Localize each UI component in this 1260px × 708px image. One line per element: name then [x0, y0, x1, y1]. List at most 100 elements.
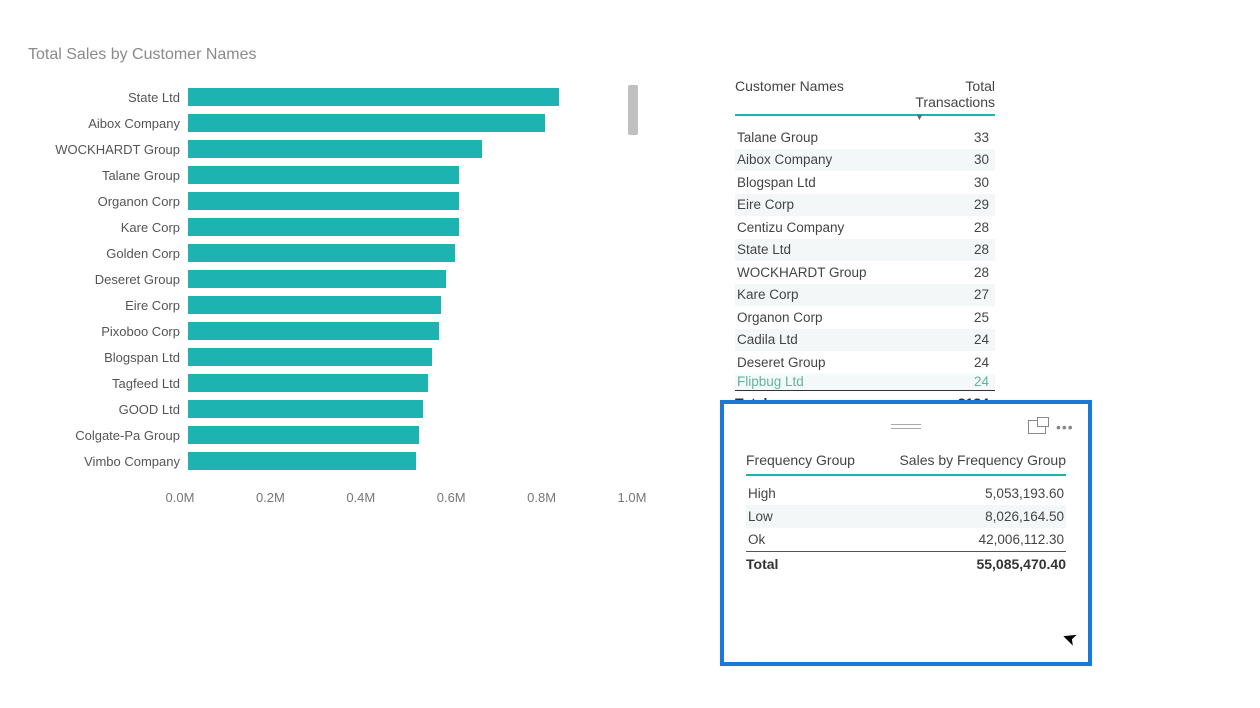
bar-fill [188, 322, 439, 340]
frequency-group-visual[interactable]: ••• Frequency Group Sales by Frequency G… [720, 400, 1092, 666]
bar-chart-row[interactable]: GOOD Ltd [10, 396, 650, 422]
bar-fill [188, 218, 459, 236]
table-row[interactable]: Blogspan Ltd30 [735, 171, 995, 194]
cell-transactions: 27 [929, 287, 995, 302]
table-row[interactable]: Talane Group33 [735, 126, 995, 149]
cell-sales: 5,053,193.60 [985, 486, 1066, 501]
cell-customer-name: Organon Corp [735, 310, 929, 325]
transactions-body: Talane Group33Aibox Company30Blogspan Lt… [735, 126, 995, 390]
cell-transactions: 28 [929, 220, 995, 235]
bar-category-label: WOCKHARDT Group [10, 142, 188, 157]
axis-tick-label: 0.2M [256, 490, 285, 505]
cell-transactions: 33 [929, 130, 995, 145]
bar-category-label: Kare Corp [10, 220, 188, 235]
cell-transactions: 30 [929, 175, 995, 190]
bar-category-label: Deseret Group [10, 272, 188, 287]
cell-customer-name: Blogspan Ltd [735, 175, 929, 190]
cell-customer-name: WOCKHARDT Group [735, 265, 929, 280]
bar-category-label: GOOD Ltd [10, 402, 188, 417]
frequency-table: Frequency Group Sales by Frequency Group… [746, 452, 1066, 572]
cell-customer-name: Talane Group [735, 130, 929, 145]
bar-chart-row[interactable]: Tagfeed Ltd [10, 370, 650, 396]
bar-fill [188, 400, 423, 418]
transactions-header-value[interactable]: Total Transactions ▼ [885, 78, 995, 110]
bar-fill [188, 270, 446, 288]
bar-chart-visual[interactable]: State Ltd Aibox Company WOCKHARDT Group Tal… [10, 38, 650, 518]
bar-chart-row[interactable]: Eire Corp [10, 292, 650, 318]
bar-fill [188, 140, 482, 158]
table-row[interactable]: Flipbug Ltd24 [735, 374, 995, 390]
bar-chart-row[interactable]: Deseret Group [10, 266, 650, 292]
bar-chart-row[interactable]: Aibox Company [10, 110, 650, 136]
bar-track [188, 452, 640, 470]
cell-frequency-group: High [746, 486, 985, 501]
table-row[interactable]: Eire Corp29 [735, 194, 995, 217]
bar-fill [188, 192, 459, 210]
table-row[interactable]: Aibox Company30 [735, 149, 995, 172]
cell-transactions: 29 [929, 197, 995, 212]
table-row[interactable]: High5,053,193.60 [746, 482, 1066, 505]
table-row[interactable]: Deseret Group24 [735, 351, 995, 374]
bar-category-label: Organon Corp [10, 194, 188, 209]
cell-frequency-group: Ok [746, 532, 979, 547]
cell-frequency-group: Low [746, 509, 985, 524]
report-canvas: Total Sales by Customer Names State LtdA… [0, 0, 1260, 708]
frequency-header-sales[interactable]: Sales by Frequency Group [899, 452, 1066, 468]
bar-chart-row[interactable]: Kare Corp [10, 214, 650, 240]
bar-track [188, 114, 640, 132]
table-row[interactable]: Low8,026,164.50 [746, 505, 1066, 528]
visual-drag-handle-icon[interactable] [891, 424, 921, 429]
bar-chart-row[interactable]: Golden Corp [10, 240, 650, 266]
cell-customer-name: State Ltd [735, 242, 929, 257]
frequency-header-group[interactable]: Frequency Group [746, 452, 899, 468]
transactions-header-name[interactable]: Customer Names [735, 78, 885, 110]
bar-category-label: Talane Group [10, 168, 188, 183]
bar-fill [188, 114, 545, 132]
transactions-table-visual[interactable]: Customer Names Total Transactions ▼ Tala… [735, 78, 995, 411]
table-row[interactable]: State Ltd28 [735, 239, 995, 262]
bar-chart-row[interactable]: Colgate-Pa Group [10, 422, 650, 448]
cell-customer-name: Flipbug Ltd [735, 374, 929, 389]
visual-header-icons: ••• [1028, 420, 1074, 434]
bar-track [188, 296, 640, 314]
axis-tick-label: 0.0M [166, 490, 195, 505]
bar-category-label: Colgate-Pa Group [10, 428, 188, 443]
table-row[interactable]: Organon Corp25 [735, 306, 995, 329]
cell-transactions: 28 [929, 242, 995, 257]
axis-tick-label: 0.4M [346, 490, 375, 505]
bar-chart-row[interactable]: Organon Corp [10, 188, 650, 214]
bar-category-label: State Ltd [10, 90, 188, 105]
more-options-icon[interactable]: ••• [1056, 420, 1074, 434]
bar-category-label: Eire Corp [10, 298, 188, 313]
bar-chart-row[interactable]: Pixoboo Corp [10, 318, 650, 344]
bar-fill [188, 296, 441, 314]
cell-customer-name: Cadila Ltd [735, 332, 929, 347]
focus-mode-icon[interactable] [1028, 420, 1046, 434]
bar-category-label: Pixoboo Corp [10, 324, 188, 339]
bar-track [188, 270, 640, 288]
bar-chart-row[interactable]: Talane Group [10, 162, 650, 188]
transactions-header: Customer Names Total Transactions ▼ [735, 78, 995, 116]
bar-category-label: Vimbo Company [10, 454, 188, 469]
bar-track [188, 192, 640, 210]
table-row[interactable]: Cadila Ltd24 [735, 329, 995, 352]
bar-chart-row[interactable]: State Ltd [10, 84, 650, 110]
bar-chart-x-axis: 0.0M0.2M0.4M0.6M0.8M1.0M [180, 490, 632, 512]
table-row[interactable]: Ok42,006,112.30 [746, 528, 1066, 551]
axis-tick-label: 0.8M [527, 490, 556, 505]
bar-chart-row[interactable]: Blogspan Ltd [10, 344, 650, 370]
frequency-body: High5,053,193.60Low8,026,164.50Ok42,006,… [746, 482, 1066, 551]
bar-fill [188, 426, 419, 444]
bar-category-label: Tagfeed Ltd [10, 376, 188, 391]
table-row[interactable]: Centizu Company28 [735, 216, 995, 239]
table-row[interactable]: WOCKHARDT Group28 [735, 261, 995, 284]
bar-track [188, 88, 640, 106]
table-row[interactable]: Kare Corp27 [735, 284, 995, 307]
bar-track [188, 426, 640, 444]
chart-scrollbar[interactable] [628, 85, 638, 135]
bar-chart-row[interactable]: WOCKHARDT Group [10, 136, 650, 162]
cell-transactions: 24 [929, 374, 995, 389]
cell-customer-name: Aibox Company [735, 152, 929, 167]
bar-chart-row[interactable]: Vimbo Company [10, 448, 650, 474]
axis-tick-label: 1.0M [618, 490, 647, 505]
